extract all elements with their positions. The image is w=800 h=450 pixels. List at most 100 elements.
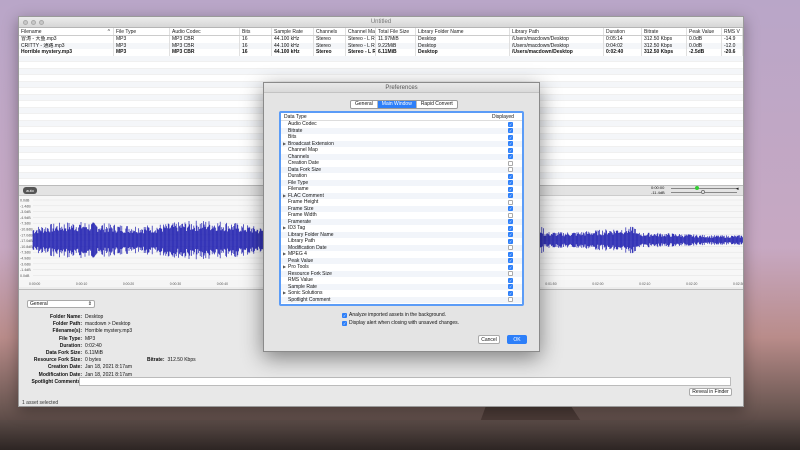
tab-rapid-convert[interactable]: Rapid Convert xyxy=(416,101,457,108)
displayed-checkbox[interactable]: ✓ xyxy=(508,206,513,212)
column-header[interactable]: RMS V xyxy=(722,28,743,35)
displayed-checkbox[interactable]: ✓ xyxy=(508,290,513,296)
displayed-checkbox[interactable]: ✓ xyxy=(508,264,513,270)
speaker-icon[interactable]: ◂ xyxy=(736,186,739,192)
status-bar: 1 asset selected xyxy=(22,400,59,406)
info-row: Creation Date: Jan 18, 2021 8:17am xyxy=(29,364,225,371)
window-title: Untitled xyxy=(370,19,392,25)
alert-option[interactable]: ✓ Display alert when closing with unsave… xyxy=(342,320,459,326)
info-value: MP3 xyxy=(85,335,96,342)
playhead-slider[interactable] xyxy=(671,186,737,190)
ok-button[interactable]: OK xyxy=(507,335,527,344)
displayed-checkbox[interactable]: ✓ xyxy=(508,284,513,290)
column-header[interactable]: Library Path xyxy=(510,28,604,35)
tab-main-window[interactable]: Main Window xyxy=(377,101,417,108)
bitrate-field: Bitrate: 312.50 Kbps xyxy=(147,357,196,363)
displayed-checkbox[interactable] xyxy=(508,297,513,303)
column-header[interactable]: Sample Rate xyxy=(272,28,314,35)
db-label: 0.0dB xyxy=(20,199,30,203)
playback-readout: 0:00:00 -11.4dB xyxy=(651,185,665,195)
spotlight-comments-input[interactable] xyxy=(79,377,731,386)
auto-button[interactable]: auto xyxy=(23,187,37,194)
info-row: Folder Name: Desktop xyxy=(29,314,225,321)
displayed-checkbox[interactable] xyxy=(508,212,513,218)
title-bar[interactable]: Untitled xyxy=(19,17,743,28)
volume-slider[interactable] xyxy=(671,190,737,194)
db-label: 0.0dB xyxy=(20,274,30,278)
displayed-checkbox[interactable]: ✓ xyxy=(508,186,513,192)
displayed-checkbox[interactable]: ✓ xyxy=(508,128,513,134)
data-type-list[interactable]: Data Type Displayed Audio Codec ✓ Bitrate ✓… xyxy=(279,111,524,306)
displayed-checkbox[interactable]: ✓ xyxy=(508,232,513,238)
displayed-checkbox[interactable]: ✓ xyxy=(508,277,513,283)
displayed-checkbox[interactable]: ✓ xyxy=(508,141,513,147)
displayed-checkbox[interactable]: ✓ xyxy=(508,154,513,160)
column-header[interactable]: Channels xyxy=(314,28,346,35)
displayed-checkbox[interactable]: ✓ xyxy=(508,147,513,153)
analyze-checkbox[interactable]: ✓ xyxy=(342,312,347,318)
alert-checkbox[interactable]: ✓ xyxy=(342,320,347,326)
displayed-checkbox[interactable] xyxy=(508,199,513,205)
column-header[interactable]: Audio Codec xyxy=(170,28,240,35)
time-tick-label: 0:00:30 xyxy=(170,282,181,286)
displayed-checkbox[interactable]: ✓ xyxy=(508,180,513,186)
info-label: Duration: xyxy=(59,342,82,349)
table-cell: 44.100 kHz xyxy=(272,49,314,56)
displayed-checkbox[interactable] xyxy=(508,245,513,251)
info-row: Filename(s): Horrible mystery.mp3 xyxy=(29,328,225,335)
db-label: -1.4dB xyxy=(20,268,31,272)
column-header[interactable]: Channel Map xyxy=(346,28,376,35)
time-tick-label: 0:00:10 xyxy=(76,282,87,286)
table-cell: 6.11MiB xyxy=(376,49,416,56)
sort-indicator: ^ xyxy=(107,29,110,35)
info-label: Data Fork Size: xyxy=(45,349,82,356)
preferences-title: Preferences xyxy=(264,83,539,93)
displayed-checkbox[interactable] xyxy=(508,167,513,173)
displayed-checkbox[interactable]: ✓ xyxy=(508,238,513,244)
column-header[interactable]: Filename ^ xyxy=(19,28,114,35)
column-header[interactable]: Bits xyxy=(240,28,272,35)
data-type-name: Spotlight Comment xyxy=(288,296,331,303)
column-header[interactable]: File Type xyxy=(114,28,170,35)
analyze-option[interactable]: ✓ Analyze imported assets in the backgro… xyxy=(342,312,446,318)
displayed-checkbox[interactable]: ✓ xyxy=(508,193,513,199)
info-value: Horrible mystery.mp3 xyxy=(85,328,133,335)
column-header[interactable]: Duration xyxy=(604,28,642,35)
displayed-checkbox[interactable]: ✓ xyxy=(508,251,513,257)
displayed-checkbox[interactable] xyxy=(508,160,513,166)
db-label: -17.0dB xyxy=(20,233,33,237)
alert-label: Display alert when closing with unsaved … xyxy=(349,320,460,326)
column-header[interactable]: Bitrate xyxy=(642,28,687,35)
cancel-button[interactable]: Cancel xyxy=(478,335,500,344)
playhead-knob[interactable] xyxy=(695,186,699,190)
table-row[interactable]: Horrible mystery.mp3 MP3 MP3 CBR 16 44.100 k… xyxy=(19,49,743,56)
info-category-popup[interactable]: General ⇕ xyxy=(27,300,95,308)
db-label: -4.9dB xyxy=(20,257,31,261)
chevron-updown-icon: ⇕ xyxy=(87,301,92,307)
list-item[interactable]: Spotlight Comment xyxy=(281,296,522,303)
table-cell: MP3 xyxy=(114,49,170,56)
displayed-checkbox[interactable]: ✓ xyxy=(508,258,513,264)
db-label: -3.0dB xyxy=(20,262,31,266)
displayed-checkbox[interactable]: ✓ xyxy=(508,134,513,140)
time-tick-label: 0:00:20 xyxy=(123,282,134,286)
displayed-checkbox[interactable]: ✓ xyxy=(508,121,513,127)
column-header[interactable]: Peak Value xyxy=(687,28,722,35)
info-label: Spotlight Comments: xyxy=(31,378,82,385)
info-label: Creation Date: xyxy=(47,364,82,371)
table-cell: Stereo - L R xyxy=(348,49,376,56)
tab-general[interactable]: General xyxy=(351,101,378,108)
reveal-in-finder-button[interactable]: Reveal in Finder xyxy=(689,388,732,396)
table-cell: 16 xyxy=(240,49,272,56)
column-header[interactable]: Total File Size xyxy=(376,28,416,35)
info-category-value: General xyxy=(30,301,48,307)
info-label: Folder Path: xyxy=(52,321,82,328)
displayed-checkbox[interactable] xyxy=(508,271,513,277)
displayed-checkbox[interactable]: ✓ xyxy=(508,225,513,231)
displayed-checkbox[interactable]: ✓ xyxy=(508,173,513,179)
table-cell: 0:02:40 xyxy=(604,49,642,56)
column-header[interactable]: Library Folder Name xyxy=(416,28,510,35)
info-row: Folder Path: macdown > Desktop xyxy=(29,321,225,328)
volume-knob[interactable] xyxy=(701,190,705,194)
displayed-checkbox[interactable]: ✓ xyxy=(508,219,513,225)
